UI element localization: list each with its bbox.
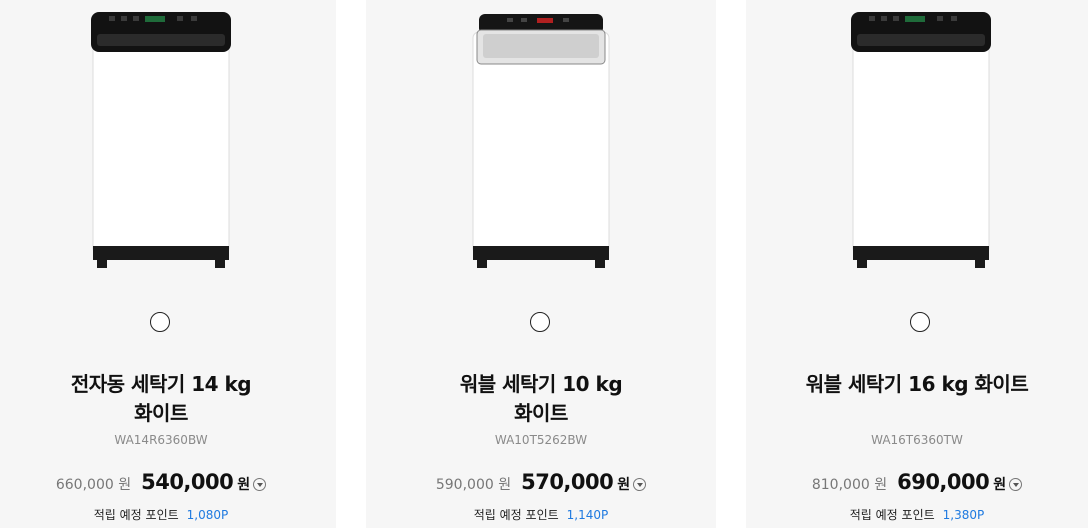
product-card[interactable]: 워블 세탁기 16 kg 화이트 WA16T6360TW 810,000 원 6… [746,0,1088,528]
reward-points: 적립 예정 포인트 1,080P [0,506,336,523]
points-label: 적립 예정 포인트 [473,508,559,522]
points-value: 1,140P [566,508,609,522]
washer-image[interactable] [847,12,995,270]
points-label: 적립 예정 포인트 [849,508,935,522]
points-value: 1,380P [942,508,985,522]
sale-price: 570,000 [521,470,614,494]
product-title-line1: 전자동 세탁기 14 kg [70,372,252,396]
sale-price: 690,000 [897,470,990,494]
color-swatch-white[interactable] [150,312,170,332]
product-card[interactable]: 워블 세탁기 10 kg 화이트 WA10T5262BW 590,000 원 5… [366,0,716,528]
reward-points: 적립 예정 포인트 1,140P [366,506,716,523]
product-title[interactable]: 워블 세탁기 16 kg 화이트 [756,370,1078,399]
model-number: WA14R6360BW [114,433,208,447]
price-detail-toggle-icon[interactable] [1009,478,1023,491]
price-detail-toggle-icon[interactable] [253,478,267,491]
original-price: 660,000 원 [55,477,132,493]
washer-image[interactable] [87,12,235,270]
product-title-line2: 화이트 [514,401,568,425]
points-label: 적립 예정 포인트 [93,508,179,522]
product-title[interactable]: 워블 세탁기 10 kg 화이트 [376,370,706,428]
model-number: WA16T6360TW [871,433,963,447]
product-card[interactable]: 전자동 세탁기 14 kg 화이트 WA14R6360BW 660,000 원 … [0,0,336,528]
points-value: 1,080P [186,508,229,522]
reward-points: 적립 예정 포인트 1,380P [746,506,1088,523]
original-price: 590,000 원 [435,477,512,493]
price-detail-toggle-icon[interactable] [633,478,647,491]
original-price: 810,000 원 [811,477,888,493]
product-title-line1: 워블 세탁기 16 kg 화이트 [805,372,1029,396]
sale-price-unit: 원 [237,477,251,493]
price-row: 810,000 원 690,000 원 [746,470,1088,494]
color-swatch-white[interactable] [530,312,550,332]
price-row: 660,000 원 540,000 원 [0,470,336,494]
product-title[interactable]: 전자동 세탁기 14 kg 화이트 [0,370,326,428]
washer-image[interactable] [467,12,615,270]
product-title-line2: 화이트 [134,401,188,425]
product-title-line1: 워블 세탁기 10 kg [459,372,623,396]
sale-price-unit: 원 [617,477,631,493]
sale-price-unit: 원 [993,477,1007,493]
sale-price: 540,000 [141,470,234,494]
price-row: 590,000 원 570,000 원 [366,470,716,494]
color-swatch-white[interactable] [910,312,930,332]
model-number: WA10T5262BW [494,433,588,447]
